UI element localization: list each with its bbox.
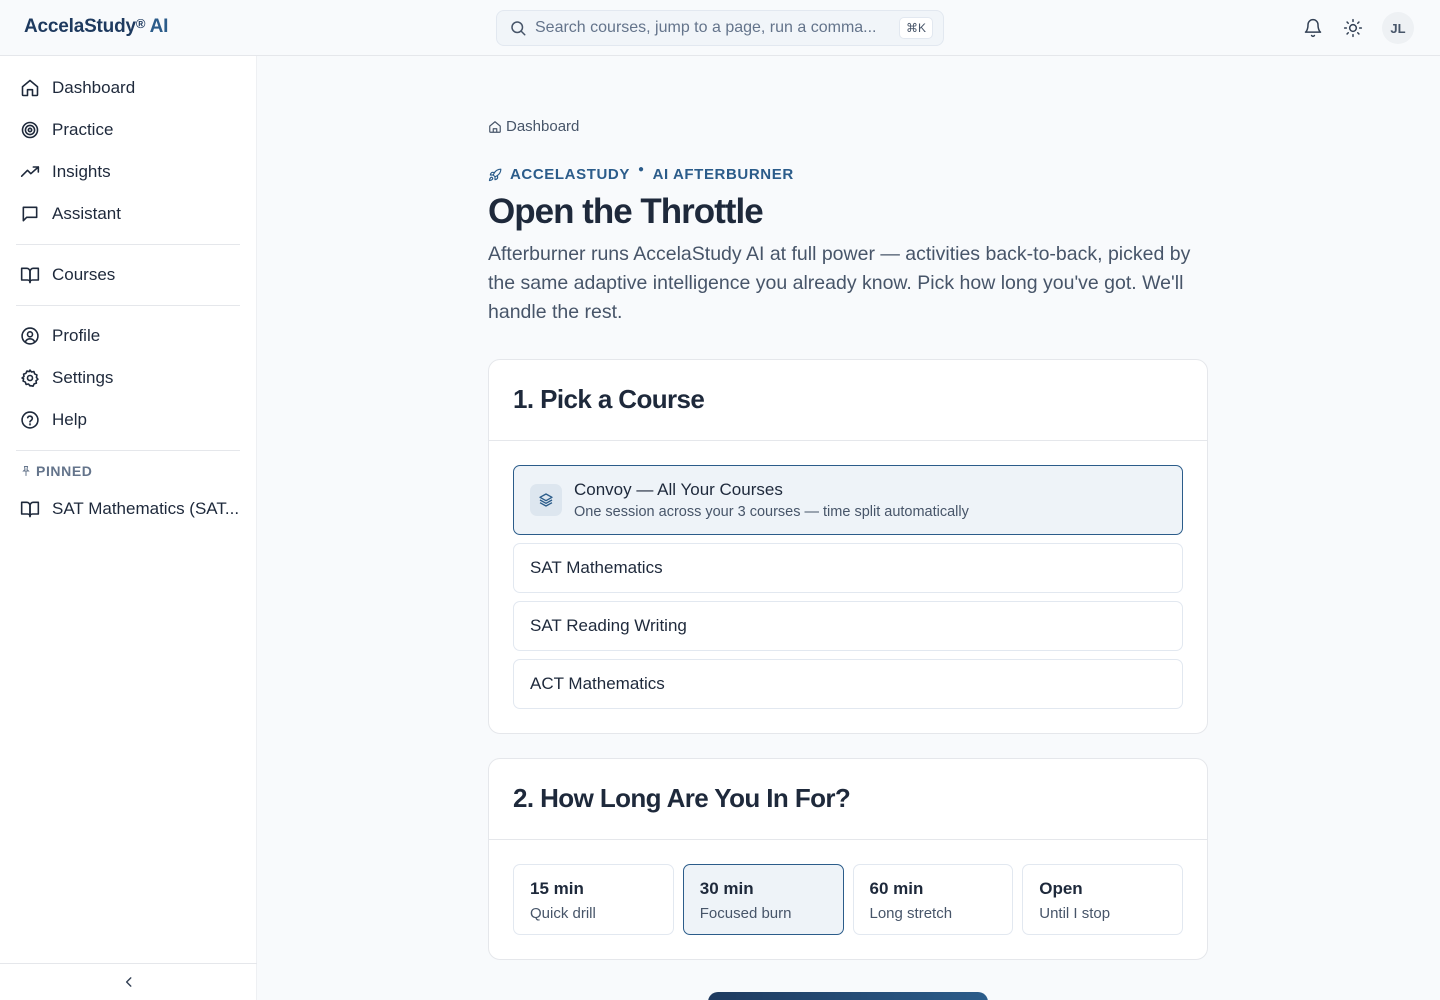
sidebar-divider xyxy=(16,244,240,245)
message-square-icon xyxy=(20,204,40,224)
brand-logo[interactable]: AccelaStudy® AI xyxy=(24,16,168,38)
convoy-title: Convoy — All Your Courses xyxy=(574,480,783,499)
course-option-label: ACT Mathematics xyxy=(530,674,665,693)
sidebar-item-label: Assistant xyxy=(52,204,121,223)
home-icon xyxy=(488,120,502,134)
sidebar-item-practice[interactable]: Practice xyxy=(16,109,240,151)
eyebrow-separator: ● xyxy=(637,164,645,175)
sun-icon[interactable] xyxy=(1342,17,1364,39)
duration-title: 60 min xyxy=(869,879,924,898)
course-option-label: SAT Mathematics xyxy=(530,558,663,577)
course-option-sat-mathematics[interactable]: SAT Mathematics xyxy=(513,543,1183,593)
course-options: Convoy — All Your Courses One session ac… xyxy=(489,441,1207,741)
breadcrumb-label: Dashboard xyxy=(506,118,580,135)
search-bar[interactable]: ⌘K xyxy=(496,10,944,46)
trending-up-icon xyxy=(20,162,40,182)
pinned-heading-label: PINNED xyxy=(36,463,93,479)
duration-subtitle: Quick drill xyxy=(530,905,596,922)
breadcrumb[interactable]: Dashboard xyxy=(488,118,579,135)
course-option-label: SAT Reading Writing xyxy=(530,616,687,635)
bell-icon[interactable] xyxy=(1302,17,1324,39)
page-eyebrow: ACCELASTUDY ● AI AFTERBURNER xyxy=(488,164,794,183)
sidebar-item-profile[interactable]: Profile xyxy=(16,315,240,357)
duration-card: 2. How Long Are You In For? 15 min Quick… xyxy=(488,758,1208,960)
target-icon xyxy=(20,120,40,140)
page-description: Afterburner runs AccelaStudy AI at full … xyxy=(488,243,1191,323)
course-option-convoy[interactable]: Convoy — All Your Courses One session ac… xyxy=(513,465,1183,535)
top-bar: AccelaStudy® AI ⌘K JL xyxy=(0,0,1440,56)
duration-option-30-min[interactable]: 30 min Focused burn xyxy=(682,864,844,935)
home-icon xyxy=(20,78,40,98)
sidebar-item-help[interactable]: Help xyxy=(16,399,240,441)
gear-icon xyxy=(20,368,40,388)
sidebar-item-insights[interactable]: Insights xyxy=(16,151,240,193)
sidebar-item-label: Insights xyxy=(52,162,111,181)
course-option-sat-reading-writing[interactable]: SAT Reading Writing xyxy=(513,601,1183,651)
avatar[interactable]: JL xyxy=(1382,12,1414,44)
pick-course-heading: 1. Pick a Course xyxy=(489,360,1207,441)
brand-registered-mark: ® xyxy=(135,16,146,31)
sidebar-divider xyxy=(16,450,240,451)
book-open-icon xyxy=(20,265,40,285)
header-actions: JL xyxy=(1302,12,1414,44)
duration-subtitle: Long stretch xyxy=(869,905,953,922)
duration-title: 15 min xyxy=(530,879,584,898)
sidebar: Dashboard Practice Insights Assistant Co… xyxy=(0,56,257,1000)
pick-course-card: 1. Pick a Course Convoy — All Your Cours… xyxy=(488,359,1208,734)
sidebar-nav: Dashboard Practice Insights Assistant Co… xyxy=(16,67,240,530)
help-circle-icon xyxy=(20,410,40,430)
sidebar-item-label: Profile xyxy=(52,326,101,345)
sidebar-item-label: Courses xyxy=(52,265,116,284)
eyebrow-product: AI AFTERBURNER xyxy=(652,166,794,183)
page-title: Open the Throttle xyxy=(488,192,764,231)
pin-icon xyxy=(20,465,32,477)
sidebar-item-settings[interactable]: Settings xyxy=(16,357,240,399)
sidebar-divider xyxy=(16,305,240,306)
duration-title: Open xyxy=(1039,879,1083,898)
book-open-icon xyxy=(20,499,40,519)
rocket-icon xyxy=(488,168,502,182)
convoy-subtitle: One session across your 3 courses — time… xyxy=(574,504,969,520)
search-input[interactable] xyxy=(535,19,891,37)
duration-options: 15 min Quick drill 30 min Focused burn 6… xyxy=(489,840,1207,959)
sidebar-item-label: Dashboard xyxy=(52,78,136,97)
sidebar-item-pinned-sat-math[interactable]: SAT Mathematics (SAT... xyxy=(16,488,240,530)
duration-option-60-min[interactable]: 60 min Long stretch xyxy=(852,864,1014,935)
search-icon xyxy=(509,19,527,37)
duration-option-open[interactable]: Open Until I stop xyxy=(1022,864,1183,935)
duration-subtitle: Focused burn xyxy=(699,905,792,922)
brand-name: AccelaStudy xyxy=(24,16,136,37)
sidebar-item-assistant[interactable]: Assistant xyxy=(16,193,240,235)
user-circle-icon xyxy=(20,326,40,346)
pinned-heading: PINNED xyxy=(16,460,240,482)
brand-ai: AI xyxy=(149,16,169,37)
eyebrow-brand: ACCELASTUDY xyxy=(510,166,630,183)
sidebar-item-courses[interactable]: Courses xyxy=(16,254,240,296)
duration-subtitle: Until I stop xyxy=(1039,905,1111,922)
layers-icon xyxy=(530,484,562,516)
course-option-act-mathematics[interactable]: ACT Mathematics xyxy=(513,659,1183,709)
sidebar-item-label: Practice xyxy=(52,120,114,139)
start-session-button[interactable] xyxy=(708,992,988,1000)
sidebar-item-label: Help xyxy=(52,410,87,429)
sidebar-item-label: Settings xyxy=(52,368,114,387)
chevron-left-icon xyxy=(122,975,136,989)
sidebar-item-label: SAT Mathematics (SAT... xyxy=(52,499,240,518)
duration-heading: 2. How Long Are You In For? xyxy=(489,759,1207,840)
duration-title: 30 min xyxy=(699,879,754,898)
sidebar-collapse-button[interactable] xyxy=(0,963,257,1000)
sidebar-item-dashboard[interactable]: Dashboard xyxy=(16,67,240,109)
shortcut-badge: ⌘K xyxy=(898,17,933,39)
duration-option-15-min[interactable]: 15 min Quick drill xyxy=(513,864,674,935)
